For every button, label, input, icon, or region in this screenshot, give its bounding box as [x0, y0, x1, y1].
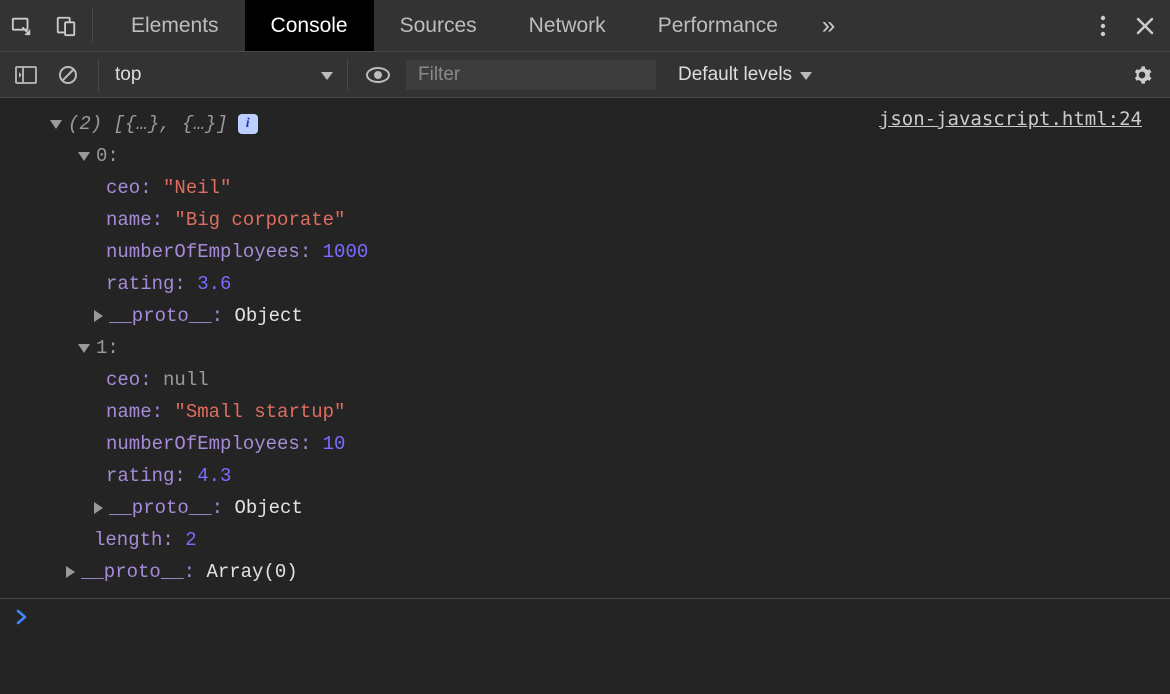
prop-key: numberOfEmployees — [106, 433, 300, 455]
tab-performance[interactable]: Performance — [632, 0, 804, 51]
proto-value: Object — [234, 497, 302, 519]
object-index: 1 — [96, 337, 107, 359]
source-link[interactable]: json-javascript.html:24 — [879, 108, 1142, 130]
chevron-down-icon — [321, 64, 333, 86]
device-toggle-icon[interactable] — [44, 0, 88, 51]
live-expression-icon[interactable] — [360, 59, 396, 91]
close-icon[interactable] — [1120, 0, 1170, 51]
outer-proto-row[interactable]: __proto__: Array(0) — [50, 556, 1156, 588]
chevron-down-icon — [800, 64, 812, 86]
proto-row[interactable]: __proto__: Object — [50, 492, 1156, 524]
prop-value: 1000 — [323, 241, 369, 263]
object-index: 0 — [96, 145, 107, 167]
length-key: length — [94, 529, 162, 551]
property-row[interactable]: name: "Big corporate" — [50, 204, 1156, 236]
proto-value: Array(0) — [206, 561, 297, 583]
property-row[interactable]: name: "Small startup" — [50, 396, 1156, 428]
console-toolbar: top Default levels — [0, 52, 1170, 98]
proto-value: Object — [234, 305, 302, 327]
disclosure-triangle-icon[interactable] — [50, 120, 62, 129]
prop-key: numberOfEmployees — [106, 241, 300, 263]
tab-network[interactable]: Network — [503, 0, 632, 51]
disclosure-triangle-icon[interactable] — [94, 310, 103, 322]
clear-console-icon[interactable] — [50, 59, 86, 91]
property-row[interactable]: ceo: null — [50, 364, 1156, 396]
property-row[interactable]: numberOfEmployees: 1000 — [50, 236, 1156, 268]
array-length-summary: (2) — [68, 113, 102, 135]
tab-sources[interactable]: Sources — [374, 0, 503, 51]
prop-value: null — [163, 369, 209, 391]
prop-value: "Neil" — [163, 177, 231, 199]
disclosure-triangle-icon[interactable] — [66, 566, 75, 578]
info-badge-icon[interactable]: i — [238, 114, 258, 134]
proto-row[interactable]: __proto__: Object — [50, 300, 1156, 332]
prop-value: 3.6 — [197, 273, 231, 295]
disclosure-triangle-icon[interactable] — [78, 344, 90, 353]
console-sidebar-toggle-icon[interactable] — [8, 59, 44, 91]
execution-context-select[interactable]: top — [98, 59, 348, 91]
object-index-row[interactable]: 1: — [50, 332, 1156, 364]
property-row[interactable]: ceo: "Neil" — [50, 172, 1156, 204]
prop-key: rating — [106, 273, 174, 295]
prop-key: ceo — [106, 177, 140, 199]
console-output: json-javascript.html:24 (2) [{…}, {…}] i… — [0, 98, 1170, 599]
tabs-container: Elements Console Sources Network Perform… — [105, 0, 804, 51]
log-levels-select[interactable]: Default levels — [678, 64, 812, 86]
levels-label: Default levels — [678, 64, 792, 86]
prop-value: "Small startup" — [174, 401, 345, 423]
length-value: 2 — [185, 529, 196, 551]
prop-key: name — [106, 209, 152, 231]
inspect-icon[interactable] — [0, 0, 44, 51]
console-settings-icon[interactable] — [1122, 65, 1162, 85]
prop-key: rating — [106, 465, 174, 487]
prompt-chevron-icon — [16, 608, 28, 630]
devtools-tabbar: Elements Console Sources Network Perform… — [0, 0, 1170, 52]
prop-value: 10 — [323, 433, 346, 455]
property-row[interactable]: rating: 3.6 — [50, 268, 1156, 300]
filter-input[interactable] — [406, 60, 656, 90]
disclosure-triangle-icon[interactable] — [78, 152, 90, 161]
proto-key: __proto__ — [81, 561, 184, 583]
execution-context-value: top — [115, 64, 141, 86]
console-prompt[interactable] — [0, 599, 1170, 639]
prop-key: name — [106, 401, 152, 423]
prop-key: ceo — [106, 369, 140, 391]
tab-console[interactable]: Console — [245, 0, 374, 51]
property-row[interactable]: numberOfEmployees: 10 — [50, 428, 1156, 460]
prop-value: 4.3 — [197, 465, 231, 487]
proto-key: __proto__ — [109, 305, 212, 327]
property-row[interactable]: rating: 4.3 — [50, 460, 1156, 492]
prop-value: "Big corporate" — [174, 209, 345, 231]
more-tabs-button[interactable]: » — [804, 0, 853, 51]
tab-elements[interactable]: Elements — [105, 0, 245, 51]
divider — [92, 8, 93, 43]
proto-key: __proto__ — [109, 497, 212, 519]
length-row[interactable]: length: 2 — [50, 524, 1156, 556]
disclosure-triangle-icon[interactable] — [94, 502, 103, 514]
array-preview-summary: [{…}, {…}] — [114, 113, 228, 135]
overflow-menu-icon[interactable] — [1086, 0, 1120, 51]
object-index-row[interactable]: 0: — [50, 140, 1156, 172]
